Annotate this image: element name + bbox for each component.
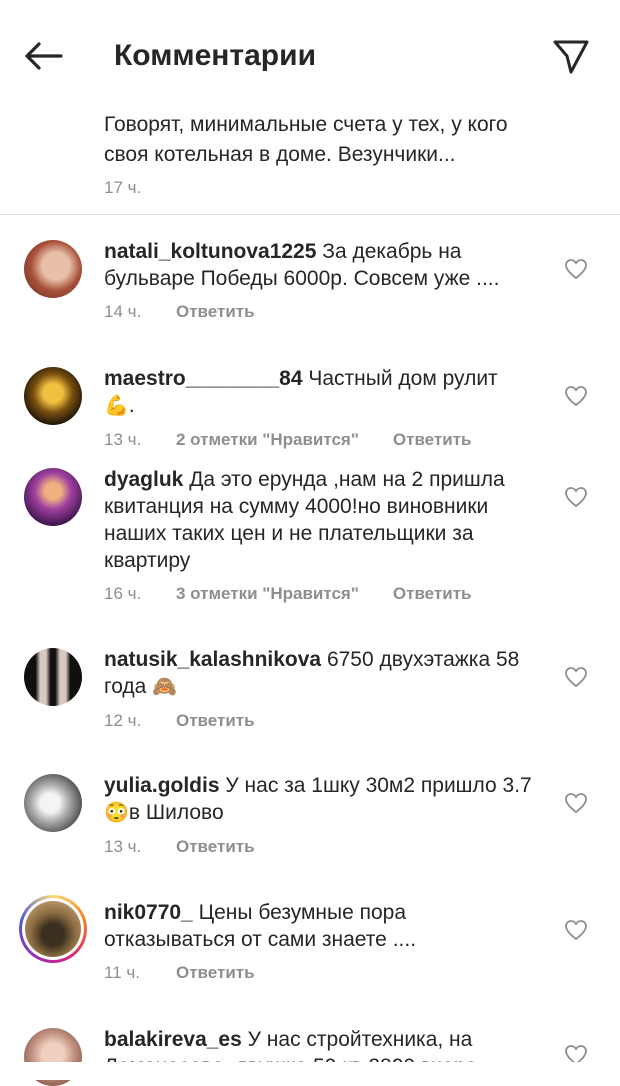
comment-body-end: . bbox=[128, 394, 135, 417]
comment-meta: 13 ч. Ответить bbox=[104, 837, 534, 857]
comment-text: yulia.goldis У нас за 1шку 30м2 пришло 3… bbox=[104, 772, 534, 827]
caption-line: своя котельная в доме. Везунчики... bbox=[104, 143, 456, 166]
comment-meta: 11 ч. Ответить bbox=[104, 963, 534, 983]
comment-time: 14 ч. bbox=[104, 302, 142, 321]
caption-line: Говорят, минимальные счета у тех, у кого bbox=[104, 113, 508, 136]
comment-username[interactable]: balakireva_es bbox=[104, 1028, 242, 1051]
like-heart-icon[interactable] bbox=[564, 385, 588, 407]
avatar-story-ring[interactable] bbox=[19, 895, 87, 963]
comment-meta: 16 ч. 3 отметки "Нравится" Ответить bbox=[104, 584, 534, 604]
comment-time: 11 ч. bbox=[104, 963, 140, 982]
like-heart-icon[interactable] bbox=[564, 792, 588, 814]
like-heart-icon[interactable] bbox=[564, 258, 588, 280]
comment-username[interactable]: dyagluk bbox=[104, 468, 183, 491]
avatar-ring-inner bbox=[22, 898, 84, 960]
comment-text: natusik_kalashnikova 6750 двухэтажка 58 … bbox=[104, 646, 534, 701]
reply-button[interactable]: Ответить bbox=[176, 963, 255, 983]
see-no-evil-monkey-emoji: 🙈 bbox=[152, 676, 178, 698]
avatar[interactable] bbox=[24, 468, 82, 526]
comment-text: natali_koltunova1225 За декабрь на бульв… bbox=[104, 238, 534, 292]
flexed-biceps-emoji: 💪 bbox=[104, 395, 129, 417]
comment-username[interactable]: nik0770_ bbox=[104, 901, 193, 924]
comment-username[interactable]: natusik_kalashnikova bbox=[104, 648, 321, 671]
comment-meta: 12 ч. Ответить bbox=[104, 711, 534, 731]
comment-meta: 14 ч. Ответить bbox=[104, 302, 534, 322]
comment-time: 16 ч. bbox=[104, 584, 142, 603]
likes-count[interactable]: 2 отметки "Нравится" bbox=[176, 430, 359, 450]
like-heart-icon[interactable] bbox=[564, 486, 588, 508]
comment-time: 12 ч. bbox=[104, 711, 142, 730]
post-caption: Говорят, минимальные счета у тех, у кого… bbox=[104, 110, 584, 198]
comment-meta: 13 ч. 2 отметки "Нравится" Ответить bbox=[104, 430, 534, 450]
back-button[interactable] bbox=[20, 34, 66, 78]
caption-text: Говорят, минимальные счета у тех, у кого… bbox=[104, 110, 584, 170]
reply-button[interactable]: Ответить bbox=[176, 837, 255, 857]
paper-plane-icon bbox=[553, 40, 589, 74]
avatar[interactable] bbox=[24, 367, 82, 425]
comment-body-end: в Шилово bbox=[128, 801, 224, 824]
page-title: Комментарии bbox=[114, 39, 317, 72]
like-heart-icon[interactable] bbox=[564, 666, 588, 688]
caption-time: 17 ч. bbox=[104, 178, 142, 197]
reply-button[interactable]: Ответить bbox=[176, 711, 255, 731]
back-arrow-icon bbox=[25, 42, 63, 70]
like-heart-icon[interactable] bbox=[564, 919, 588, 941]
comment-text: dyagluk Да это ерунда ,нам на 2 пришла к… bbox=[104, 466, 534, 574]
share-button[interactable] bbox=[548, 34, 594, 80]
comment-body: Частный дом рулит bbox=[302, 367, 498, 390]
avatar[interactable] bbox=[24, 648, 82, 706]
avatar[interactable] bbox=[24, 240, 82, 298]
bottom-edge bbox=[0, 1062, 620, 1080]
comment-text: maestro________84 Частный дом рулит 💪. bbox=[104, 365, 534, 420]
comment-username[interactable]: yulia.goldis bbox=[104, 774, 220, 797]
reply-button[interactable]: Ответить bbox=[393, 430, 472, 450]
avatar bbox=[25, 901, 81, 957]
likes-count[interactable]: 3 отметки "Нравится" bbox=[176, 584, 359, 604]
comment-username[interactable]: natali_koltunova1225 bbox=[104, 240, 316, 263]
comment-body: У нас за 1шку 30м2 пришло 3.7 bbox=[219, 774, 532, 797]
divider bbox=[0, 214, 620, 215]
avatar[interactable] bbox=[24, 774, 82, 832]
reply-button[interactable]: Ответить bbox=[176, 302, 255, 322]
comment-text: nik0770_ Цены безумные пора отказываться… bbox=[104, 899, 534, 953]
flushed-face-emoji: 😳 bbox=[104, 802, 129, 824]
app-header: Комментарии bbox=[0, 0, 620, 112]
reply-button[interactable]: Ответить bbox=[393, 584, 472, 604]
comment-time: 13 ч. bbox=[104, 430, 142, 449]
comment-time: 13 ч. bbox=[104, 837, 142, 856]
comment-username[interactable]: maestro________84 bbox=[104, 367, 303, 390]
